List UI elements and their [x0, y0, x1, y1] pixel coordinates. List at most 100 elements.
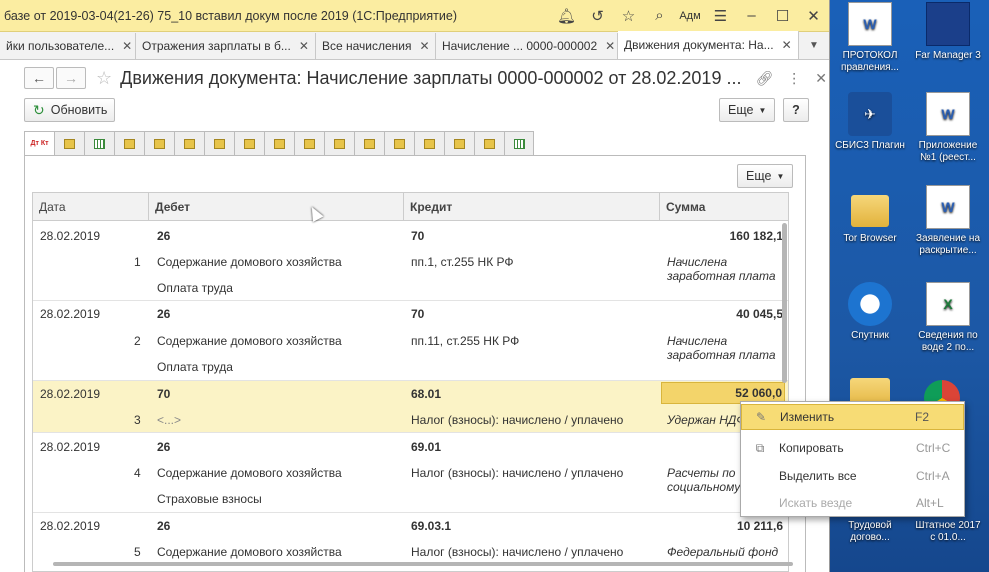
bell-icon[interactable]: 🔔︎	[551, 7, 582, 25]
row-debit: 26	[157, 307, 171, 321]
column-debit[interactable]: Дебет	[149, 193, 404, 221]
dropdown-arrow-icon: ▼	[776, 171, 785, 181]
tab-register-15[interactable]	[444, 131, 474, 156]
tab-accounting-register[interactable]: Дт Кт	[24, 131, 54, 156]
row-debit-subconto: Содержание домового хозяйства	[157, 255, 342, 269]
close-tab-icon[interactable]: ✕	[782, 38, 792, 52]
row-date: 28.02.2019	[40, 440, 101, 454]
pencil-icon: ✎	[755, 410, 767, 424]
tab-register-3[interactable]	[84, 131, 114, 156]
register-icon	[274, 138, 285, 149]
table-more-button[interactable]: Еще ▼	[737, 164, 793, 188]
tab-register-7[interactable]	[204, 131, 234, 156]
table-row[interactable]: 28.02.2019 26 69.01 4 Содержание домовог…	[33, 433, 788, 513]
row-sum: 160 182,1	[729, 229, 783, 243]
refresh-button[interactable]: ↻ Обновить	[24, 98, 115, 122]
close-form-icon[interactable]: ✕	[815, 70, 827, 87]
row-credit-subconto: пп.1, ст.255 НК РФ	[411, 255, 514, 269]
word-document-icon: W	[926, 185, 970, 229]
tab-register-8[interactable]	[234, 131, 264, 156]
tab-register-11[interactable]	[324, 131, 354, 156]
desktop-icon-sputnik[interactable]: Спутник	[834, 282, 906, 342]
close-tab-icon[interactable]: ✕	[299, 39, 309, 53]
desktop-icon-statement[interactable]: W Заявление на раскрытие...	[912, 185, 984, 257]
desktop-icon-protocol[interactable]: W ПРОТОКОЛ правления...	[834, 2, 906, 74]
menu-item-edit[interactable]: ✎ Изменить F2	[741, 404, 964, 430]
tab-register-6[interactable]	[174, 131, 204, 156]
menu-item-select-all[interactable]: Выделить все Ctrl+A	[741, 463, 964, 489]
table-header: Дата Дебет Кредит Сумма	[33, 193, 788, 221]
scrollbar-thumb[interactable]	[782, 223, 787, 383]
desktop-icon-sbis[interactable]: ✈ СБИС3 Плагин	[834, 92, 906, 152]
tab-label: Отражения зарплаты в б...	[142, 39, 291, 53]
more-button[interactable]: Еще ▼	[719, 98, 775, 122]
desktop-icon-tor-browser[interactable]: Tor Browser	[834, 185, 906, 245]
tab-register-4[interactable]	[114, 131, 144, 156]
close-tab-icon[interactable]: ✕	[122, 39, 132, 53]
close-icon[interactable]: ✕	[798, 7, 829, 25]
close-tab-icon[interactable]: ✕	[420, 39, 430, 53]
column-date[interactable]: Дата	[33, 193, 149, 221]
maximize-icon[interactable]: ☐	[767, 7, 798, 25]
register-icon	[64, 138, 75, 149]
history-icon[interactable]: ↺	[582, 7, 613, 25]
desktop-icon-label: Штатное 2017 с 01.0...	[915, 520, 981, 543]
close-tab-icon[interactable]: ✕	[605, 39, 615, 53]
column-sum[interactable]: Сумма	[660, 193, 788, 221]
tab-register-12[interactable]	[354, 131, 384, 156]
far-manager-icon	[926, 2, 970, 46]
movements-table[interactable]: Дата Дебет Кредит Сумма 28.02.2019 26 70…	[32, 192, 789, 572]
tab-register-5[interactable]	[144, 131, 174, 156]
tab-salary-reflection[interactable]: Отражения зарплаты в б... ✕	[136, 33, 316, 59]
table-row-selected[interactable]: 28.02.2019 70 68.01 52 060,0 3 <...> Нал…	[33, 381, 788, 433]
menu-item-search-everywhere[interactable]: Искать везде Alt+L	[741, 490, 964, 516]
tab-user-settings[interactable]: йки пользователе... ✕	[0, 33, 136, 59]
more-actions-icon[interactable]: ⋮	[787, 70, 801, 87]
tab-document-movements[interactable]: Движения документа: На... ✕	[618, 31, 799, 59]
tab-accrual-document[interactable]: Начисление ... 0000-000002 ✕	[436, 33, 618, 59]
back-button[interactable]: ←	[24, 67, 54, 89]
tab-all-accruals[interactable]: Все начисления ✕	[316, 33, 436, 59]
register-tabs: Дт Кт	[24, 131, 534, 156]
tab-register-10[interactable]	[294, 131, 324, 156]
menu-item-shortcut: F2	[915, 410, 930, 424]
tab-register-17[interactable]	[504, 131, 534, 156]
search-icon[interactable]: ⌕	[644, 7, 675, 24]
register-icon	[364, 138, 375, 149]
user-name[interactable]: Адм	[675, 10, 705, 22]
menu-item-copy[interactable]: ⧉ Копировать Ctrl+C	[741, 435, 964, 461]
table-register-icon	[94, 138, 105, 149]
row-sum: 10 211,6	[736, 519, 783, 533]
tab-register-2[interactable]	[54, 131, 84, 156]
menu-icon[interactable]: ☰	[705, 7, 736, 25]
star-icon[interactable]: ☆	[613, 7, 644, 25]
tab-register-13[interactable]	[384, 131, 414, 156]
column-credit[interactable]: Кредит	[404, 193, 660, 221]
row-debit: 70	[157, 387, 171, 401]
link-icon[interactable]: 🔗︎	[755, 70, 773, 87]
row-content: Начислена заработная плата	[667, 255, 776, 283]
row-credit: 70	[411, 307, 425, 321]
tab-register-9[interactable]	[264, 131, 294, 156]
scrollbar-thumb[interactable]	[53, 562, 793, 566]
help-button[interactable]: ?	[783, 98, 809, 122]
row-debit: 26	[157, 519, 171, 533]
tab-register-14[interactable]	[414, 131, 444, 156]
minimize-icon[interactable]: –	[736, 7, 767, 24]
desktop-icon-water-data[interactable]: X Сведения по воде 2 по...	[912, 282, 984, 354]
more-label: Еще	[728, 103, 754, 117]
context-menu: ✎ Изменить F2 ⧉ Копировать Ctrl+C Выдели…	[740, 401, 965, 517]
desktop-icon-far-manager[interactable]: Far Manager 3	[912, 2, 984, 62]
table-row[interactable]: 28.02.2019 26 70 160 182,1 1 Содержание …	[33, 221, 788, 301]
forward-button[interactable]: →	[56, 67, 86, 89]
table-row[interactable]: 28.02.2019 26 70 40 045,5 2 Содержание д…	[33, 301, 788, 381]
row-credit: 68.01	[411, 387, 442, 401]
tab-register-16[interactable]	[474, 131, 504, 156]
word-document-icon: W	[926, 92, 970, 136]
table-register-icon	[513, 138, 525, 149]
tabs-dropdown-icon[interactable]: ▼	[799, 33, 829, 59]
favorite-star-icon[interactable]: ☆	[96, 68, 112, 89]
desktop-icon-appendix[interactable]: W Приложение №1 (реест...	[912, 92, 984, 164]
horizontal-scrollbar[interactable]	[33, 560, 793, 568]
row-debit-subconto: <...>	[157, 413, 182, 427]
